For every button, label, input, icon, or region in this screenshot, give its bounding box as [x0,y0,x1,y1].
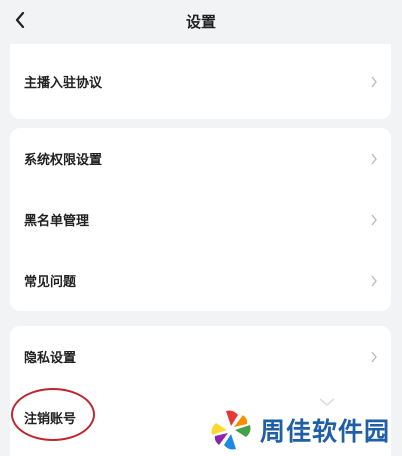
menu-item-anchor-agreement[interactable]: 主播入驻协议 [10,44,391,119]
watermark-text: 周佳软件园 [260,417,391,446]
settings-group-1: 主播入驻协议 [10,44,391,119]
chevron-right-icon [371,351,377,362]
chevron-right-icon [371,153,377,164]
watermark: 周佳软件园 [208,404,402,456]
menu-item-label: 黑名单管理 [24,214,90,229]
chevron-right-icon [371,275,377,286]
menu-item-faq[interactable]: 常见问题 [10,250,391,311]
chevron-right-icon [371,214,377,225]
highlight-circle [11,388,95,441]
pinwheel-logo-icon [211,410,251,450]
menu-item-label: 主播入驻协议 [24,76,103,91]
menu-item-label: 系统权限设置 [24,153,103,168]
menu-item-blacklist[interactable]: 黑名单管理 [10,189,391,250]
menu-item-privacy[interactable]: 隐私设置 [10,326,391,387]
menu-item-label: 常见问题 [24,275,77,290]
app-header: 设置 [0,0,402,42]
settings-group-2: 系统权限设置 黑名单管理 常见问题 [10,128,391,311]
chevron-right-icon [371,76,377,87]
menu-item-system-permissions[interactable]: 系统权限设置 [10,128,391,189]
menu-item-label: 隐私设置 [24,351,77,366]
page-title: 设置 [185,13,216,31]
